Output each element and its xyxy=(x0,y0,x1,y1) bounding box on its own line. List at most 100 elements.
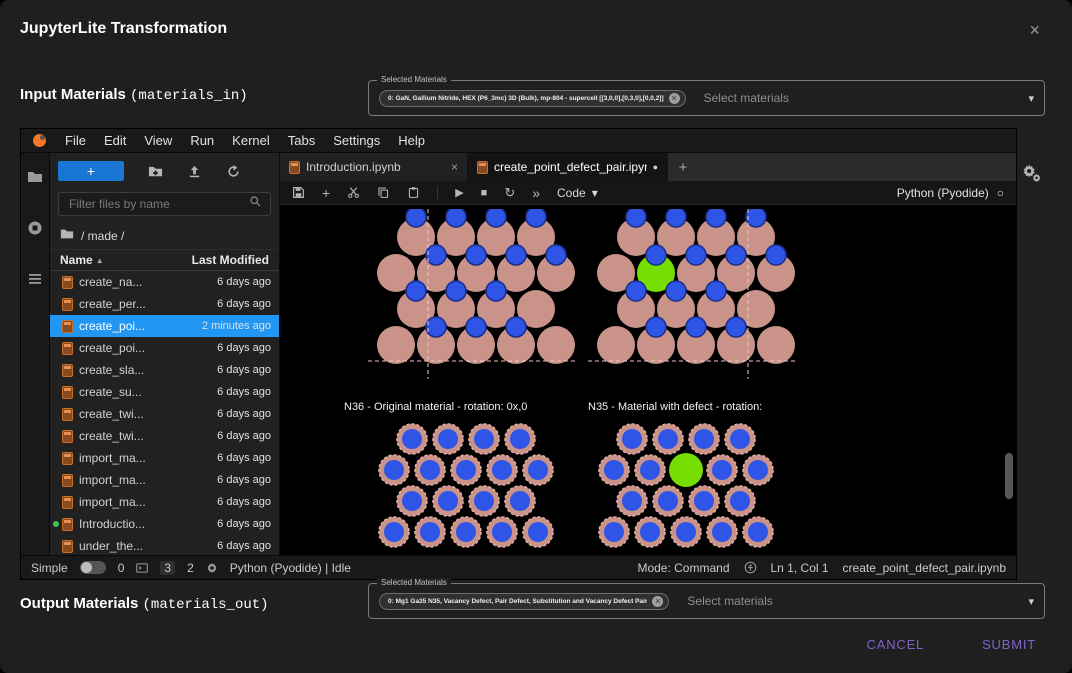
kernel-selector[interactable]: Python (Pyodide) ○ xyxy=(897,186,1004,200)
structure-original-top xyxy=(368,209,578,379)
material-chip[interactable]: 0: Mg1 Ga35 N35, Vacancy Defect, Pair De… xyxy=(379,593,669,610)
filter-files-input[interactable] xyxy=(67,196,243,212)
cut-icon[interactable] xyxy=(347,186,360,199)
new-folder-icon[interactable] xyxy=(148,164,163,179)
save-icon[interactable] xyxy=(292,186,305,199)
file-browser-icon[interactable] xyxy=(27,169,43,190)
copy-icon[interactable] xyxy=(377,186,390,199)
notifications-count[interactable]: 0 xyxy=(118,561,125,575)
notebook-file-icon xyxy=(62,342,73,355)
chip-delete-icon[interactable]: × xyxy=(669,93,680,104)
chip-delete-icon[interactable]: × xyxy=(652,596,663,607)
filter-files-box xyxy=(58,192,271,216)
field-legend: Selected Materials xyxy=(377,75,451,84)
file-modified: 6 days ago xyxy=(217,518,271,530)
menu-item-run[interactable]: Run xyxy=(181,133,223,148)
file-browser-panel: + xyxy=(49,153,279,555)
file-row[interactable]: under_the...6 days ago xyxy=(50,535,279,555)
file-row[interactable]: create_poi...2 minutes ago xyxy=(50,315,279,337)
run-icon[interactable]: ▶ xyxy=(455,186,463,199)
file-row[interactable]: create_twi... 6 days ago xyxy=(50,403,279,425)
close-icon[interactable]: × xyxy=(1029,20,1040,41)
refresh-icon[interactable] xyxy=(226,164,241,179)
new-tab-button[interactable]: + xyxy=(668,153,698,181)
field-legend: Selected Materials xyxy=(377,578,451,587)
table-of-contents-icon[interactable] xyxy=(27,271,43,292)
column-last-modified[interactable]: Last Modified xyxy=(192,253,269,267)
active-filename: create_point_defect_pair.ipynb xyxy=(843,561,1006,575)
tab-close-icon[interactable]: × xyxy=(451,160,458,174)
structure-original-bottom xyxy=(364,423,564,553)
notebook-file-icon xyxy=(62,386,73,399)
file-modified: 6 days ago xyxy=(217,386,271,398)
kernel-status-label[interactable]: Python (Pyodide) | Idle xyxy=(230,561,351,575)
output-materials-select[interactable]: Selected Materials 0: Mg1 Ga35 N35, Vaca… xyxy=(368,583,1045,619)
breadcrumb[interactable]: / made / xyxy=(50,220,279,249)
paste-icon[interactable] xyxy=(407,186,420,199)
notebook-file-icon xyxy=(62,474,73,487)
column-name[interactable]: Name ▴ xyxy=(60,253,192,267)
settings-gears-icon[interactable] xyxy=(1022,163,1041,187)
file-row[interactable]: Introductio...6 days ago xyxy=(50,513,279,535)
toolbar-divider xyxy=(437,186,438,200)
caret-down-icon[interactable]: ▾ xyxy=(1028,595,1034,608)
tab-create-point-defect-pair[interactable]: create_point_defect_pair.ipynb ● xyxy=(468,153,668,181)
file-row[interactable]: create_su...6 days ago xyxy=(50,381,279,403)
menu-item-edit[interactable]: Edit xyxy=(95,133,135,148)
new-launcher-button[interactable]: + xyxy=(58,161,124,181)
notebook-scrollbar[interactable] xyxy=(1005,453,1013,499)
terminals-count[interactable]: 3 xyxy=(160,561,175,575)
menu-item-kernel[interactable]: Kernel xyxy=(223,133,279,148)
file-modified: 6 days ago xyxy=(217,298,271,310)
file-row[interactable]: create_na...6 days ago xyxy=(50,271,279,293)
gear-icon[interactable] xyxy=(206,562,218,574)
menu-item-view[interactable]: View xyxy=(135,133,181,148)
submit-button[interactable]: SUBMIT xyxy=(976,636,1042,653)
accessibility-icon[interactable] xyxy=(744,561,757,574)
cancel-button[interactable]: CANCEL xyxy=(861,636,931,653)
select-materials-placeholder: Select materials xyxy=(687,594,772,608)
kernel-running-dot xyxy=(53,521,59,527)
running-kernels-icon[interactable] xyxy=(27,220,43,241)
notebook-file-icon xyxy=(62,408,73,421)
menu-item-settings[interactable]: Settings xyxy=(324,133,389,148)
run-all-icon[interactable]: » xyxy=(532,185,540,201)
menu-item-help[interactable]: Help xyxy=(389,133,434,148)
file-modified: 6 days ago xyxy=(217,408,271,420)
file-row[interactable]: import_ma...6 days ago xyxy=(50,491,279,513)
stop-icon[interactable]: ■ xyxy=(481,187,488,199)
file-name: create_twi... xyxy=(79,407,144,421)
upload-icon[interactable] xyxy=(187,164,202,179)
cell-type-dropdown[interactable]: Code ▾ xyxy=(557,186,598,200)
menu-item-tabs[interactable]: Tabs xyxy=(279,133,324,148)
notebook-file-icon xyxy=(62,364,73,377)
insert-cell-icon[interactable]: + xyxy=(322,185,330,201)
notebook-file-icon xyxy=(62,452,73,465)
file-modified: 6 days ago xyxy=(217,342,271,354)
file-row[interactable]: import_ma...6 days ago xyxy=(50,469,279,491)
cursor-position[interactable]: Ln 1, Col 1 xyxy=(771,561,829,575)
file-row[interactable]: create_poi...6 days ago xyxy=(50,337,279,359)
file-modified: 6 days ago xyxy=(217,452,271,464)
file-row[interactable]: create_twi...6 days ago xyxy=(50,425,279,447)
menu-item-file[interactable]: File xyxy=(56,133,95,148)
notebook-file-icon xyxy=(62,430,73,443)
notebook-output[interactable]: N36 - Original material - rotation: 0x,0… xyxy=(280,205,1016,555)
notebook-file-icon xyxy=(62,298,73,311)
restart-kernel-icon[interactable]: ↻ xyxy=(504,185,515,201)
kernels-count[interactable]: 2 xyxy=(187,561,194,575)
jupyterlite-transformation-dialog: JupyterLite Transformation × Input Mater… xyxy=(0,0,1072,673)
file-modified: 6 days ago xyxy=(217,496,271,508)
tab-introduction[interactable]: Introduction.ipynb × xyxy=(280,153,468,181)
file-row[interactable]: create_sla...6 days ago xyxy=(50,359,279,381)
input-materials-select[interactable]: Selected Materials 0: GaN, Gallium Nitri… xyxy=(368,80,1045,116)
file-row[interactable]: create_per...6 days ago xyxy=(50,293,279,315)
material-chip[interactable]: 0: GaN, Gallium Nitride, HEX (P6_3mc) 3D… xyxy=(379,90,686,107)
unsaved-dot-icon[interactable]: ● xyxy=(653,162,658,172)
file-row[interactable]: import_ma...6 days ago xyxy=(50,447,279,469)
output-materials-label: Output Materials (materials_out) xyxy=(20,595,269,613)
dialog-title: JupyterLite Transformation xyxy=(20,20,227,38)
simple-mode-toggle[interactable] xyxy=(80,561,106,574)
material-chip-label: 0: Mg1 Ga35 N35, Vacancy Defect, Pair De… xyxy=(388,598,647,605)
caret-down-icon[interactable]: ▾ xyxy=(1028,92,1034,105)
